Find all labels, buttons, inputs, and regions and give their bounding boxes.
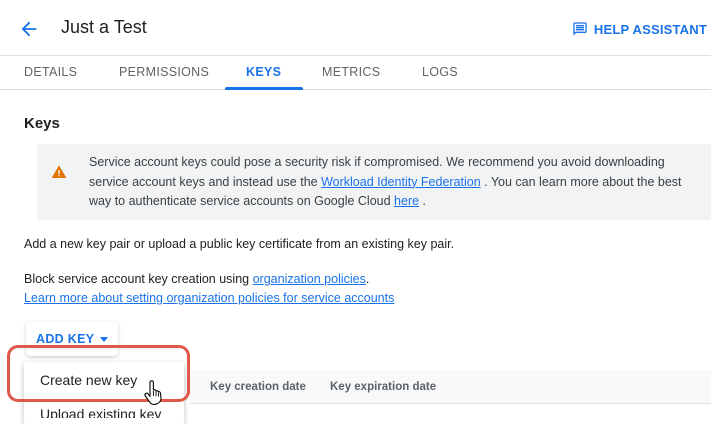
warning-icon xyxy=(51,165,67,178)
block-text-end: . xyxy=(365,272,370,286)
tab-details[interactable]: DETAILS xyxy=(24,65,77,79)
page-header: Just a Test HELP ASSISTANT xyxy=(0,0,711,56)
help-assistant-label: HELP ASSISTANT xyxy=(593,21,707,37)
tab-metrics[interactable]: METRICS xyxy=(322,65,380,79)
section-title: Keys xyxy=(24,115,60,132)
workload-identity-link[interactable]: Workload Identity Federation xyxy=(321,175,481,189)
column-key-creation-date: Key creation date xyxy=(210,381,306,393)
column-key-expiration-date: Key expiration date xyxy=(330,381,437,393)
tab-logs[interactable]: LOGS xyxy=(422,65,458,79)
hand-pointer-icon xyxy=(144,380,162,405)
tab-bar: DETAILS PERMISSIONS KEYS METRICS LOGS xyxy=(0,56,711,90)
block-creation-text: Block service account key creation using… xyxy=(24,270,369,288)
help-assistant-button[interactable]: HELP ASSISTANT xyxy=(572,21,707,37)
chat-assistant-icon xyxy=(573,22,587,36)
page-title: Just a Test xyxy=(61,17,147,37)
warning-banner: Service account keys could pose a securi… xyxy=(37,144,711,220)
learn-more-link[interactable]: Learn more about setting organization po… xyxy=(24,291,394,305)
block-text: Block service account key creation using xyxy=(24,272,253,286)
add-key-button[interactable]: ADD KEY xyxy=(26,322,119,356)
here-link[interactable]: here xyxy=(394,194,419,208)
add-key-label: ADD KEY xyxy=(36,332,95,346)
keys-table-header: Key creation date Key expiration date xyxy=(190,370,711,404)
caret-down-icon xyxy=(100,336,109,342)
active-tab-indicator xyxy=(225,87,303,90)
arrow-back-icon[interactable] xyxy=(18,18,40,40)
organization-policies-link[interactable]: organization policies xyxy=(253,272,366,286)
warning-text-part: . xyxy=(419,194,427,208)
add-key-description: Add a new key pair or upload a public ke… xyxy=(24,237,455,251)
tab-keys[interactable]: KEYS xyxy=(246,65,281,79)
tab-permissions[interactable]: PERMISSIONS xyxy=(119,65,209,79)
warning-text: Service account keys could pose a securi… xyxy=(89,153,699,212)
learn-more-line: Learn more about setting organization po… xyxy=(24,289,394,307)
